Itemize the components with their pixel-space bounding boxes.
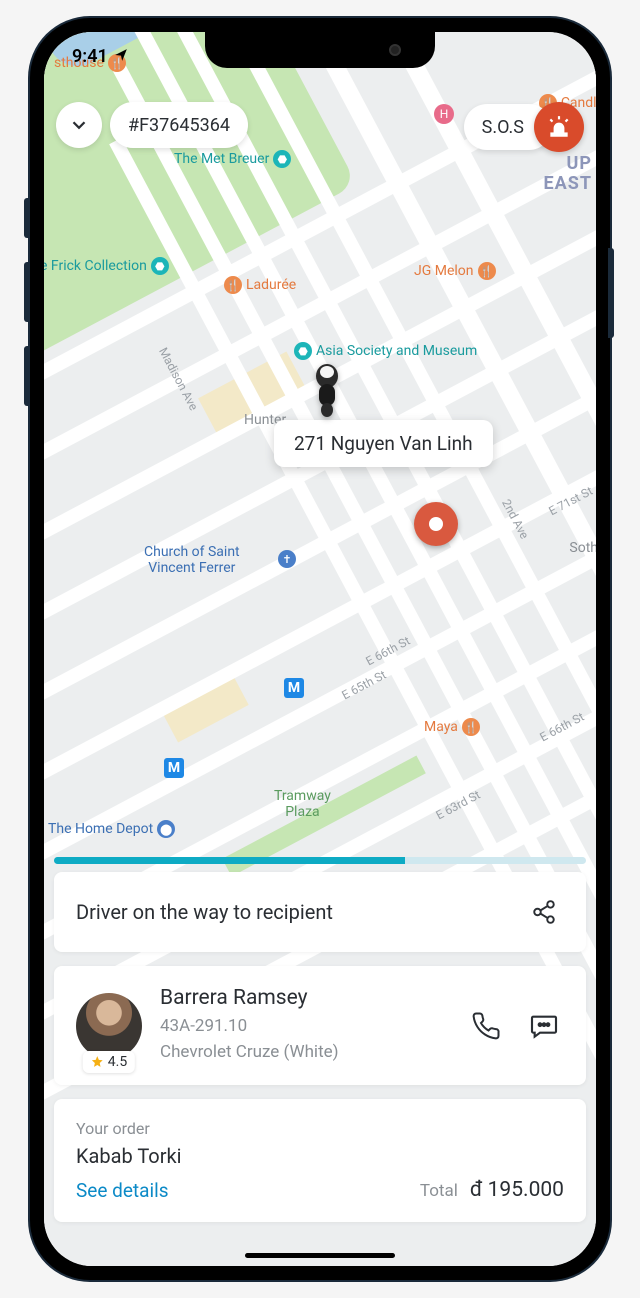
metro-icon: M [164, 758, 184, 778]
driver-vehicle: Chevrolet Cruze (White) [160, 1040, 448, 1066]
poi-church: Church of Saint Vincent Ferrer [144, 544, 240, 576]
metro-icon: M [284, 678, 304, 698]
poi-tramway: TramwayPlaza [274, 788, 331, 820]
see-details-link[interactable]: See details [76, 1179, 169, 1202]
driver-marker-icon [307, 362, 347, 418]
avatar-wrap: 4.5 [76, 993, 142, 1059]
side-button-right [608, 248, 614, 338]
call-button[interactable] [466, 1006, 506, 1046]
status-time: 9:41 [72, 46, 108, 67]
poi-met: The Met Breuer⬣ [174, 150, 291, 168]
sos-label: S.O.S [482, 117, 524, 138]
rating-badge: 4.5 [83, 1051, 135, 1073]
address-bubble[interactable]: 271 Nguyen Van Linh [274, 420, 493, 467]
location-arrow-icon [114, 47, 128, 66]
order-card: Your order Kabab Torki See details Total… [54, 1099, 586, 1222]
order-id-pill[interactable]: #F37645364 [110, 102, 248, 148]
poi-homedepot: The Home Depot⬤ [48, 820, 175, 838]
alarm-icon [546, 114, 572, 140]
total-value: đ 195.000 [470, 1178, 564, 1202]
poi-maya: Maya🍴 [424, 718, 480, 736]
order-name: Kabab Torki [76, 1144, 564, 1168]
rating-value: 4.5 [108, 1054, 127, 1070]
chevron-down-icon [68, 114, 90, 136]
driver-name: Barrera Ramsey [160, 986, 448, 1010]
phone-frame: sthouse🍴 🍴Candle The Met Breuer⬣ e Frick… [30, 18, 610, 1280]
district-label: UPEAST [544, 154, 592, 194]
status-card: Driver on the way to recipient [54, 872, 586, 952]
star-icon [91, 1055, 104, 1068]
sos-alarm-button[interactable] [534, 102, 584, 152]
message-button[interactable] [524, 1006, 564, 1046]
destination-pin-icon[interactable] [414, 502, 458, 546]
poi-sotheby: Soth [569, 540, 596, 556]
order-id-label: #F37645364 [128, 115, 230, 136]
church-pin-icon: ✝ [278, 550, 296, 568]
status-text: Driver on the way to recipient [76, 900, 333, 924]
chat-icon [528, 1010, 560, 1042]
driver-avatar[interactable] [76, 993, 142, 1059]
poi-frick: e Frick Collection⬣ [44, 257, 169, 275]
poi-laduree: 🍴Ladurée [224, 276, 296, 294]
home-indicator [245, 1253, 395, 1258]
share-button[interactable] [524, 892, 564, 932]
poi-asia: ⬣Asia Society and Museum [294, 342, 477, 360]
driver-card: 4.5 Barrera Ramsey 43A-291.10 Chevrolet … [54, 966, 586, 1085]
hotel-pin-icon: H [434, 104, 454, 124]
side-buttons-left [26, 198, 30, 406]
total-label: Total [420, 1181, 458, 1201]
driver-plate: 43A-291.10 [160, 1014, 448, 1040]
poi-jgmelon: JG Melon🍴 [414, 262, 496, 280]
collapse-button[interactable] [56, 102, 102, 148]
order-label: Your order [76, 1119, 564, 1138]
progress-fill [54, 857, 405, 864]
phone-notch [205, 32, 435, 68]
phone-icon [471, 1011, 501, 1041]
share-icon [531, 899, 557, 925]
progress-bar [54, 857, 586, 864]
bottom-sheet: Driver on the way to recipient 4.5 [44, 857, 596, 1266]
driver-info: Barrera Ramsey 43A-291.10 Chevrolet Cruz… [160, 986, 448, 1065]
